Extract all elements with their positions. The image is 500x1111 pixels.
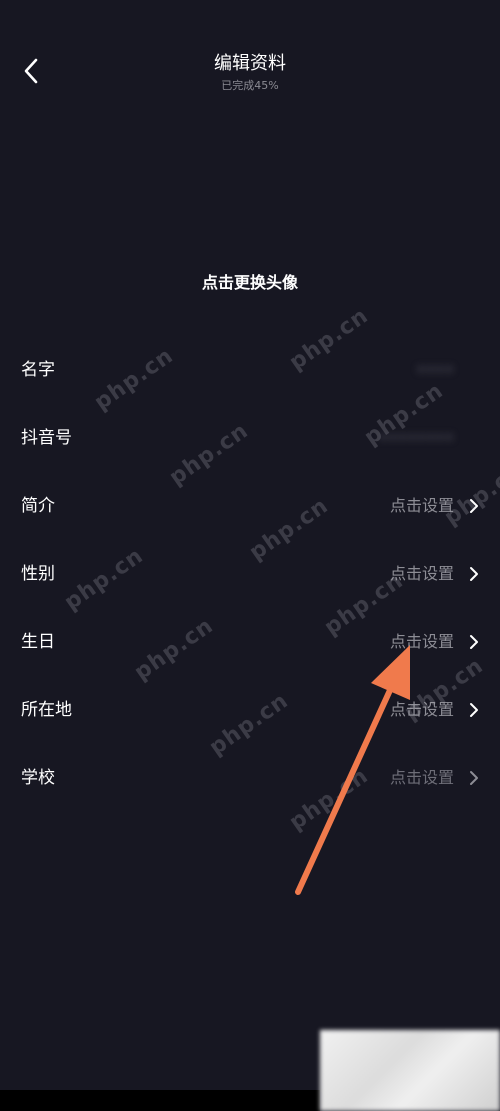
row-gender[interactable]: 性别 点击设置 [0, 540, 500, 608]
page-title: 编辑资料 [214, 53, 286, 74]
chevron-right-icon [466, 498, 482, 514]
row-value: 点击设置 [389, 632, 454, 651]
chevron-right-icon [466, 634, 482, 650]
row-label: 名字 [21, 360, 55, 380]
row-school[interactable]: 学校 点击设置 [0, 744, 500, 812]
row-douyin-id[interactable]: 抖音号 •••••••• [0, 404, 500, 472]
row-label: 生日 [21, 632, 55, 652]
chevron-right-icon [466, 770, 482, 786]
profile-fields-list: 名字 •••• 抖音号 •••••••• 简介 点击设置 性别 点击设置 生日 … [0, 336, 500, 812]
completion-status: 已完成45% [221, 79, 279, 92]
blurred-corner [320, 1030, 500, 1111]
row-birthday[interactable]: 生日 点击设置 [0, 608, 500, 676]
row-label: 抖音号 [21, 428, 72, 448]
row-label: 性别 [21, 564, 55, 584]
row-value: 点击设置 [389, 564, 454, 583]
row-value: 点击设置 [389, 496, 454, 515]
row-value-blurred: •••• [416, 360, 454, 379]
change-avatar-button[interactable]: 点击更换头像 [0, 272, 500, 294]
row-name[interactable]: 名字 •••• [0, 336, 500, 404]
row-value-blurred: •••••••• [378, 428, 455, 447]
row-label: 学校 [21, 768, 55, 788]
row-location[interactable]: 所在地 点击设置 [0, 676, 500, 744]
chevron-right-icon [466, 702, 482, 718]
row-bio[interactable]: 简介 点击设置 [0, 472, 500, 540]
row-value: 点击设置 [389, 700, 454, 719]
row-label: 所在地 [21, 700, 72, 720]
chevron-right-icon [466, 566, 482, 582]
row-label: 简介 [21, 496, 55, 516]
bottom-bar [0, 1090, 320, 1111]
row-value: 点击设置 [389, 768, 454, 787]
